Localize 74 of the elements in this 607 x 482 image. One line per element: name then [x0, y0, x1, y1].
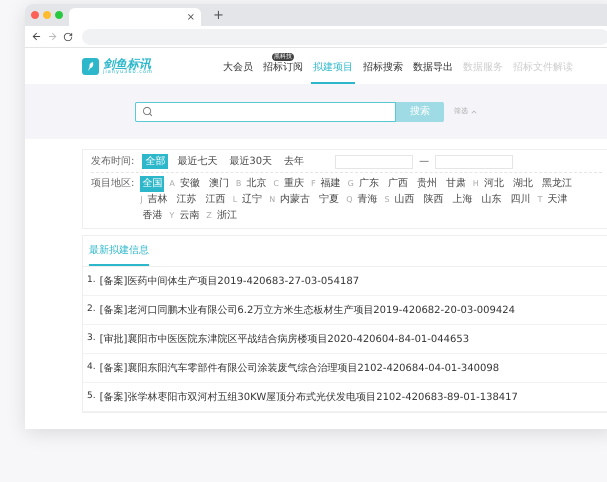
date-start-field[interactable]	[335, 154, 414, 168]
forward-icon[interactable]	[47, 31, 58, 42]
browser-tab[interactable]: ×	[69, 8, 201, 26]
region-option[interactable]: 香港	[140, 208, 164, 224]
time-option[interactable]: 去年	[281, 154, 308, 169]
region-letter: A	[169, 178, 175, 190]
project-link[interactable]: [备案]张学林枣阳市双河村五组30KW屋顶分布式光伏发电项目2102-420683-89-01-138417	[100, 390, 518, 404]
region-letter: S	[384, 194, 390, 206]
region-letter: H	[472, 178, 479, 190]
region-option[interactable]: 湖北	[510, 176, 535, 192]
region-option[interactable]: 天津	[545, 192, 570, 208]
time-option[interactable]: 最近七天	[174, 154, 220, 169]
region-option[interactable]: 澳门	[206, 176, 231, 192]
date-end-field[interactable]	[435, 154, 514, 168]
region-letter: F	[310, 178, 316, 190]
nav-item[interactable]: 招标搜索	[360, 61, 405, 84]
date-separator: —	[419, 155, 430, 169]
region-letter: Q	[346, 194, 352, 206]
list-index: 5.	[87, 390, 96, 404]
time-option[interactable]: 最近30天	[226, 154, 276, 169]
region-letter: J	[140, 194, 143, 206]
back-icon[interactable]	[31, 31, 42, 42]
region-letter: G	[348, 178, 354, 190]
nav-item[interactable]: 大会员	[220, 61, 255, 84]
region-letter: T	[538, 194, 542, 206]
region-option[interactable]: 江苏	[174, 192, 199, 208]
region-option[interactable]: 北京	[244, 176, 268, 192]
region-option[interactable]: 辽宁	[240, 192, 264, 208]
region-option[interactable]: 四川	[508, 192, 533, 208]
region-option[interactable]: 安徽	[178, 176, 202, 192]
new-tab-button[interactable]: +	[213, 8, 224, 22]
filter-label: 发布时间:	[91, 154, 134, 169]
list-index: 1.	[87, 274, 96, 288]
nav-item[interactable]: 招标订阅	[260, 61, 305, 84]
region-option[interactable]: 上海	[450, 192, 475, 208]
region-letter: Y	[169, 210, 174, 222]
region-option[interactable]: 福建	[318, 176, 343, 192]
project-link[interactable]: [审批]襄阳市中医医院东津院区平战结合病房楼项目2020-420604-84-01-044653	[100, 332, 470, 346]
list-index: 4.	[87, 361, 96, 374]
region-letter: B	[236, 178, 242, 190]
region-option[interactable]: 云南	[177, 208, 202, 224]
region-option[interactable]: 广东	[356, 176, 381, 192]
region-option[interactable]: 吉林	[146, 192, 170, 208]
project-link[interactable]: [备案]医药中间体生产项目2019-420683-27-03-054187	[100, 274, 360, 288]
region-option[interactable]: 内蒙古	[278, 192, 312, 208]
region-option[interactable]: 陕西	[422, 192, 446, 208]
region-option[interactable]: 河北	[482, 176, 506, 192]
region-option[interactable]: 山东	[480, 192, 504, 208]
nav-item[interactable]: 数据导出	[410, 61, 455, 84]
region-option[interactable]: 甘肃	[444, 176, 468, 192]
logo-icon	[82, 58, 99, 74]
region-option[interactable]: 山西	[392, 192, 417, 208]
region-letter: Z	[206, 210, 212, 222]
region-option[interactable]: 贵州	[414, 176, 439, 192]
region-option[interactable]: 黑龙江	[540, 176, 574, 192]
region-letter: N	[269, 194, 276, 206]
project-link[interactable]: [备案]襄阳东阳汽车零部件有限公司涂装废气综合治理项目2102-420684-04-01-340098	[100, 360, 500, 376]
region-option[interactable]: 广西	[386, 176, 410, 192]
list-index: 3.	[87, 332, 96, 346]
region-option[interactable]: 浙江	[214, 208, 239, 224]
logo-name: 剑鱼标讯	[103, 58, 152, 70]
search-field[interactable]	[135, 102, 396, 122]
region-letter: L	[232, 194, 238, 206]
tab-close-button[interactable]: ×	[186, 10, 195, 24]
region-option[interactable]: 重庆	[282, 176, 306, 192]
region-letter: C	[273, 178, 279, 190]
search-icon	[142, 106, 153, 117]
filter-label: 项目地区:	[91, 176, 134, 191]
project-link[interactable]: [备案]老河口同鹏木业有限公司6.2万立方米生态板材生产项目2019-420682-20-03-009424	[100, 302, 515, 318]
region-option[interactable]: 青海	[355, 192, 380, 208]
reload-icon[interactable]	[63, 32, 73, 42]
region-option[interactable]: 宁夏	[317, 192, 342, 208]
list-index: 2.	[87, 303, 96, 316]
region-option[interactable]: 江西	[204, 192, 228, 208]
